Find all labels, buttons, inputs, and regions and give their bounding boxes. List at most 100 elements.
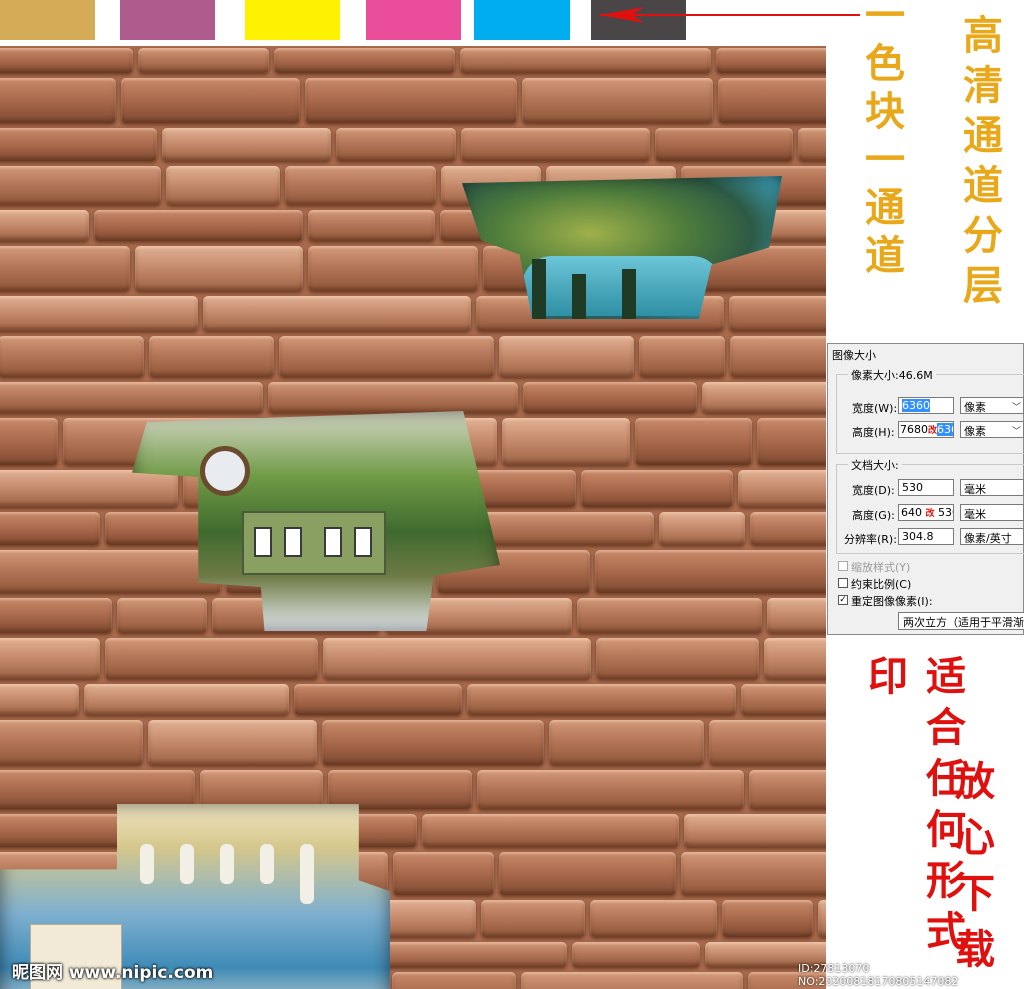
brick xyxy=(121,78,300,123)
brick xyxy=(305,78,517,123)
brick xyxy=(757,418,826,465)
document-size-label: 文档大小: xyxy=(848,457,902,473)
brick xyxy=(681,852,826,895)
brick xyxy=(590,900,717,937)
brick xyxy=(200,770,323,809)
chevron-down-icon: ﹀ xyxy=(1011,427,1021,437)
brick xyxy=(323,638,591,679)
brick xyxy=(328,770,472,809)
brick xyxy=(460,48,711,73)
brick xyxy=(0,598,112,633)
brick xyxy=(392,972,516,989)
brick xyxy=(718,78,826,123)
resolution-input[interactable]: 304.8 xyxy=(898,528,954,545)
chevron-down-icon: ﹀ xyxy=(1011,403,1021,413)
doc-width-unit-select[interactable]: 毫米 xyxy=(960,479,1024,496)
constrain-proportions-checkbox[interactable] xyxy=(838,578,848,588)
height-unit-select[interactable]: 像素 ﹀ xyxy=(960,421,1024,438)
brick xyxy=(750,512,826,545)
brick xyxy=(279,336,494,377)
brick xyxy=(94,210,303,241)
brick xyxy=(274,48,455,73)
brick xyxy=(0,128,157,161)
caption-hd-layers: 高清通道分层 xyxy=(956,14,1003,314)
brick xyxy=(336,128,456,161)
height-input[interactable]: 7680改6360 xyxy=(898,421,954,438)
doc-height-input[interactable]: 640 改 530 xyxy=(898,504,954,521)
brick-wall-image xyxy=(0,46,826,989)
brick xyxy=(308,246,478,291)
brick xyxy=(730,336,826,377)
color-swatch-pink xyxy=(366,0,461,40)
brick xyxy=(135,246,303,291)
dialog-title: 图像大小 xyxy=(832,349,876,362)
doc-width-input[interactable]: 530 xyxy=(898,479,954,496)
width-input[interactable]: 6360 xyxy=(898,397,954,414)
brick xyxy=(716,48,826,73)
brick xyxy=(84,684,289,715)
brick xyxy=(322,720,544,765)
brick xyxy=(0,470,178,507)
doc-width-label: 宽度(D): xyxy=(852,484,895,497)
brick xyxy=(285,166,436,205)
brick xyxy=(702,382,826,413)
brick xyxy=(0,296,198,331)
brick xyxy=(481,900,585,937)
brick xyxy=(467,684,736,715)
brick xyxy=(0,78,116,123)
brick xyxy=(818,900,826,937)
brick xyxy=(577,598,762,633)
brick xyxy=(479,512,654,545)
doc-height-label: 高度(G): xyxy=(852,509,895,522)
resolution-unit-select[interactable]: 像素/英寸 xyxy=(960,528,1024,545)
brick xyxy=(767,598,826,633)
brick xyxy=(0,550,221,593)
caption-download-safe: 放心下载 xyxy=(948,760,995,984)
brick xyxy=(294,684,462,715)
resolution-label: 分辨率(R): xyxy=(844,533,897,546)
resample-method-select[interactable]: 两次立方（适用于平滑渐变 xyxy=(898,612,1024,630)
brick xyxy=(684,814,826,847)
brick xyxy=(499,852,676,895)
brick xyxy=(393,852,494,895)
brick xyxy=(709,720,826,765)
resample-label: 重定图像像素(I): xyxy=(851,595,933,608)
doc-height-unit-select[interactable]: 毫米 xyxy=(960,504,1024,521)
resample-checkbox[interactable]: ✓ xyxy=(838,595,848,605)
width-unit-select[interactable]: 像素 ﹀ xyxy=(960,397,1024,414)
brick xyxy=(138,48,269,73)
brick xyxy=(0,246,130,291)
brick xyxy=(521,972,743,989)
brick xyxy=(522,78,713,123)
brick xyxy=(639,336,725,377)
brick xyxy=(523,382,697,413)
brick xyxy=(0,638,100,679)
brick xyxy=(105,638,318,679)
brick xyxy=(502,418,630,465)
watermark-site: 昵图网 www.nipic.com xyxy=(12,963,214,983)
brick xyxy=(572,942,700,967)
color-swatch-cyan xyxy=(474,0,570,40)
brick xyxy=(461,128,650,161)
color-swatch-yellow xyxy=(245,0,340,40)
brick xyxy=(0,512,100,545)
brick xyxy=(0,210,89,241)
scale-styles-checkbox[interactable] xyxy=(838,561,848,571)
brick xyxy=(117,598,207,633)
width-label: 宽度(W): xyxy=(852,402,898,415)
brick xyxy=(0,382,263,413)
scale-styles-label: 缩放样式(Y) xyxy=(851,561,911,574)
brick xyxy=(166,166,280,205)
caption-one-channel: 一色块一通道 xyxy=(858,0,905,282)
brick xyxy=(308,210,435,241)
red-arrow-icon xyxy=(600,7,860,23)
brick xyxy=(738,470,826,507)
brick xyxy=(162,128,331,161)
brick xyxy=(149,336,274,377)
height-label: 高度(H): xyxy=(852,426,895,439)
image-size-dialog: 图像大小 像素大小:46.6M 宽度(W): 6360 像素 ﹀ 高度(H): 7… xyxy=(827,343,1024,635)
brick xyxy=(741,684,826,715)
brick xyxy=(0,720,143,765)
brick xyxy=(499,336,634,377)
brick xyxy=(581,470,733,507)
